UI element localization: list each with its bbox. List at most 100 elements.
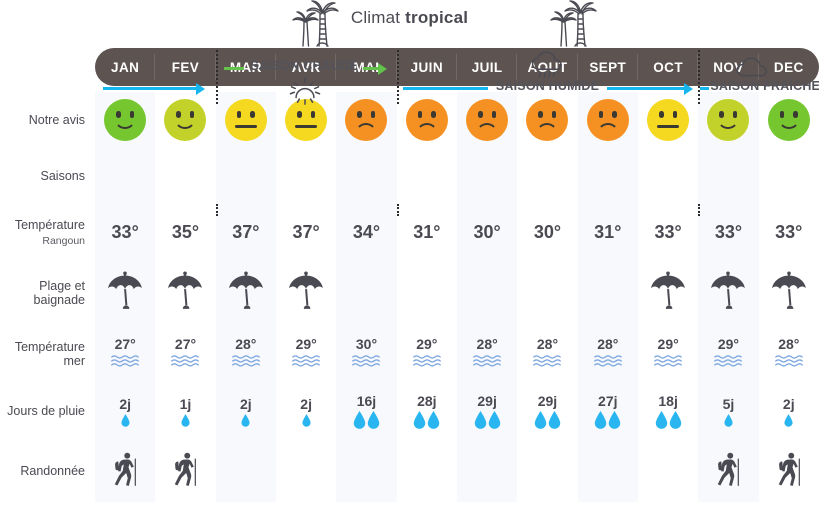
cell-aout: 30° <box>517 204 577 260</box>
vdot-juin-ext <box>396 204 399 216</box>
divider-before-nov <box>698 50 701 104</box>
row-label-sublocation: Rangoun <box>42 234 85 247</box>
row-temperature-mer: Température mer 27° 27° 28° 29° 30° 29° … <box>0 326 819 382</box>
cell-dec <box>759 148 819 204</box>
rain-days-value: 29j <box>477 393 497 409</box>
rain-drop-icon-group <box>353 411 380 429</box>
wave-icon <box>593 354 623 372</box>
air-temperature-value: 31° <box>594 221 622 242</box>
cell-jan: 33° <box>95 204 156 260</box>
smiley-yellowgreen-smile-icon <box>707 99 750 141</box>
cell-nov: 29° <box>698 326 759 382</box>
row-cells-temperature-air: 33° 35° 37° 37° 34° 31° 30° 30° 31° 33° 33° 33° <box>95 204 819 260</box>
wave-icon <box>170 354 200 372</box>
row-cells-plage-baignade <box>95 260 819 326</box>
beach-umbrella-icon <box>168 270 203 309</box>
cell-mai: 16j <box>336 382 397 440</box>
cell-nov <box>698 260 759 326</box>
cell-jan <box>95 440 156 502</box>
cell-juin: 29° <box>397 326 457 382</box>
cell-juin: 31° <box>397 204 457 260</box>
cell-jan <box>95 148 156 204</box>
cell-juil <box>456 148 518 204</box>
air-temperature-value: 34° <box>352 221 381 242</box>
rain-days-value: 2j <box>300 395 312 412</box>
cell-juil <box>456 440 518 502</box>
cell-mai <box>336 440 397 502</box>
season-arrow-line <box>700 87 710 90</box>
air-temperature-value: 37° <box>292 221 320 242</box>
cell-juil <box>456 260 518 326</box>
hiker-icon <box>172 451 198 492</box>
wave-icon <box>351 354 381 372</box>
smiley-orange-frown-icon <box>466 99 509 141</box>
row-plage-baignade: Plage et baignade <box>0 260 819 326</box>
beach-umbrella-icon <box>770 270 808 316</box>
smiley-green-smile-icon <box>767 99 810 141</box>
row-label-text: Température mer <box>14 340 85 368</box>
cell-avr <box>276 148 336 204</box>
season-arrow-line <box>103 87 196 90</box>
row-cells-randonnee <box>95 440 819 502</box>
wave-icon <box>291 354 321 372</box>
cell-nov: 5j <box>698 382 759 440</box>
cell-sept: 31° <box>577 204 638 260</box>
sea-temperature-value: 29° <box>717 336 740 352</box>
cloud-icon <box>734 56 772 84</box>
cell-juil: 28° <box>456 326 518 382</box>
air-temperature-value: 30° <box>533 221 562 242</box>
cell-fev <box>155 440 215 502</box>
smiley-yellow-neutral-icon <box>224 99 267 141</box>
rain-drop-icon-group <box>784 413 793 427</box>
rain-drop-icon-group <box>724 413 733 427</box>
beach-umbrella-icon <box>771 270 806 309</box>
beach-umbrella-icon <box>106 270 144 316</box>
divider-before-juin <box>396 50 399 104</box>
row-cells-saisons <box>95 148 819 204</box>
sea-temperature-value: 28° <box>476 336 498 352</box>
cell-sept <box>577 440 638 502</box>
rain-drop-icon-group <box>594 411 621 429</box>
beach-umbrella-icon <box>166 270 204 316</box>
air-temperature-value: 33° <box>654 221 682 242</box>
smiley-yellowgreen-smile-icon <box>164 99 207 141</box>
cell-mai: 34° <box>336 204 397 260</box>
row-label-temperature-air: Température Rangoun <box>0 204 95 260</box>
cell-mar <box>215 260 276 326</box>
cell-avr <box>276 260 336 326</box>
row-cells-temperature-mer: 27° 27° 28° 29° 30° 29° 28° 28° 28° 29° … <box>95 326 819 382</box>
wave-icon <box>774 354 804 372</box>
cell-oct <box>638 440 698 502</box>
row-saisons: Saisons <box>0 148 819 204</box>
cell-fev: 27° <box>155 326 215 382</box>
cell-oct: 18j <box>638 382 698 440</box>
cell-sept <box>577 148 638 204</box>
row-label-plage-baignade: Plage et baignade <box>0 260 95 326</box>
rain-days-value: 18j <box>658 393 678 409</box>
season-arrow-line <box>362 67 379 70</box>
palm-tree-icon <box>545 0 601 48</box>
cell-mar <box>215 440 276 502</box>
cell-nov: 33° <box>698 204 759 260</box>
sea-temperature-value: 28° <box>778 336 800 352</box>
rain-days-value: 28j <box>417 393 437 409</box>
sea-temperature-value: 27° <box>114 336 136 352</box>
beach-umbrella-icon <box>227 270 265 316</box>
cell-juin <box>397 260 457 326</box>
vdot-mar-ext <box>215 204 218 216</box>
smiley-orange-frown-icon <box>526 99 569 141</box>
cell-oct: 29° <box>638 326 698 382</box>
seasons-overlay: SAISON CHAUDE SAISON HUMIDE SAISON FRAÎC… <box>0 48 819 105</box>
page-title-prefix: Climat <box>350 8 406 27</box>
wave-icon <box>713 354 743 372</box>
cell-juin: 28j <box>397 382 457 440</box>
rain-days-value: 2j <box>119 395 131 412</box>
sea-temperature-value: 28° <box>536 336 559 352</box>
cell-aout <box>517 440 577 502</box>
beach-umbrella-icon <box>709 270 747 316</box>
rain-days-value: 2j <box>782 395 795 412</box>
season-arrow-line <box>607 87 685 90</box>
cell-sept: 28° <box>577 326 638 382</box>
row-randonnee: Randonnée <box>0 440 819 502</box>
row-temperature-air: Température Rangoun 33° 35° 37° 37° 34° 31° 30… <box>0 204 819 260</box>
